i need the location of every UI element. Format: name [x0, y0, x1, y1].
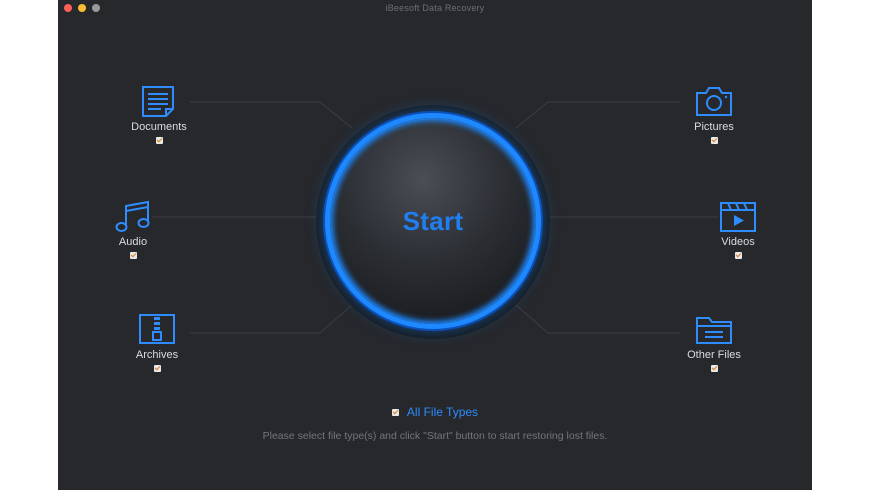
- document-icon: [139, 85, 179, 119]
- videos-label: Videos: [721, 236, 755, 248]
- file-type-other-files[interactable]: Other Files: [669, 313, 759, 372]
- file-type-pictures[interactable]: Pictures: [669, 85, 759, 144]
- archives-label: Archives: [135, 349, 179, 361]
- file-type-archives[interactable]: Archives: [112, 313, 202, 372]
- other-files-label: Other Files: [687, 349, 741, 361]
- audio-label: Audio: [118, 236, 148, 248]
- file-type-documents[interactable]: Documents: [114, 85, 204, 144]
- archives-checkbox[interactable]: [153, 365, 161, 372]
- documents-checkbox[interactable]: [155, 137, 163, 144]
- start-button[interactable]: Start: [330, 118, 536, 324]
- audio-checkbox[interactable]: [129, 252, 137, 259]
- pictures-checkbox[interactable]: [710, 137, 718, 144]
- camera-icon: [694, 85, 734, 119]
- file-type-videos[interactable]: Videos: [693, 200, 783, 259]
- start-button-label: Start: [402, 205, 464, 236]
- archive-zip-icon: [137, 313, 177, 347]
- music-note-icon: [113, 200, 153, 234]
- instruction-text: Please select file type(s) and click "St…: [262, 430, 608, 442]
- all-file-types-checkbox[interactable]: [391, 408, 399, 416]
- file-type-audio[interactable]: Audio: [88, 200, 178, 259]
- all-file-types-option[interactable]: All File Types: [0, 405, 870, 419]
- all-file-types-label[interactable]: All File Types: [407, 405, 478, 419]
- other-files-checkbox[interactable]: [710, 365, 718, 372]
- folder-icon: [694, 313, 734, 347]
- documents-label: Documents: [131, 121, 187, 133]
- video-clapper-icon: [718, 200, 758, 234]
- pictures-label: Pictures: [694, 121, 734, 133]
- videos-checkbox[interactable]: [734, 252, 742, 259]
